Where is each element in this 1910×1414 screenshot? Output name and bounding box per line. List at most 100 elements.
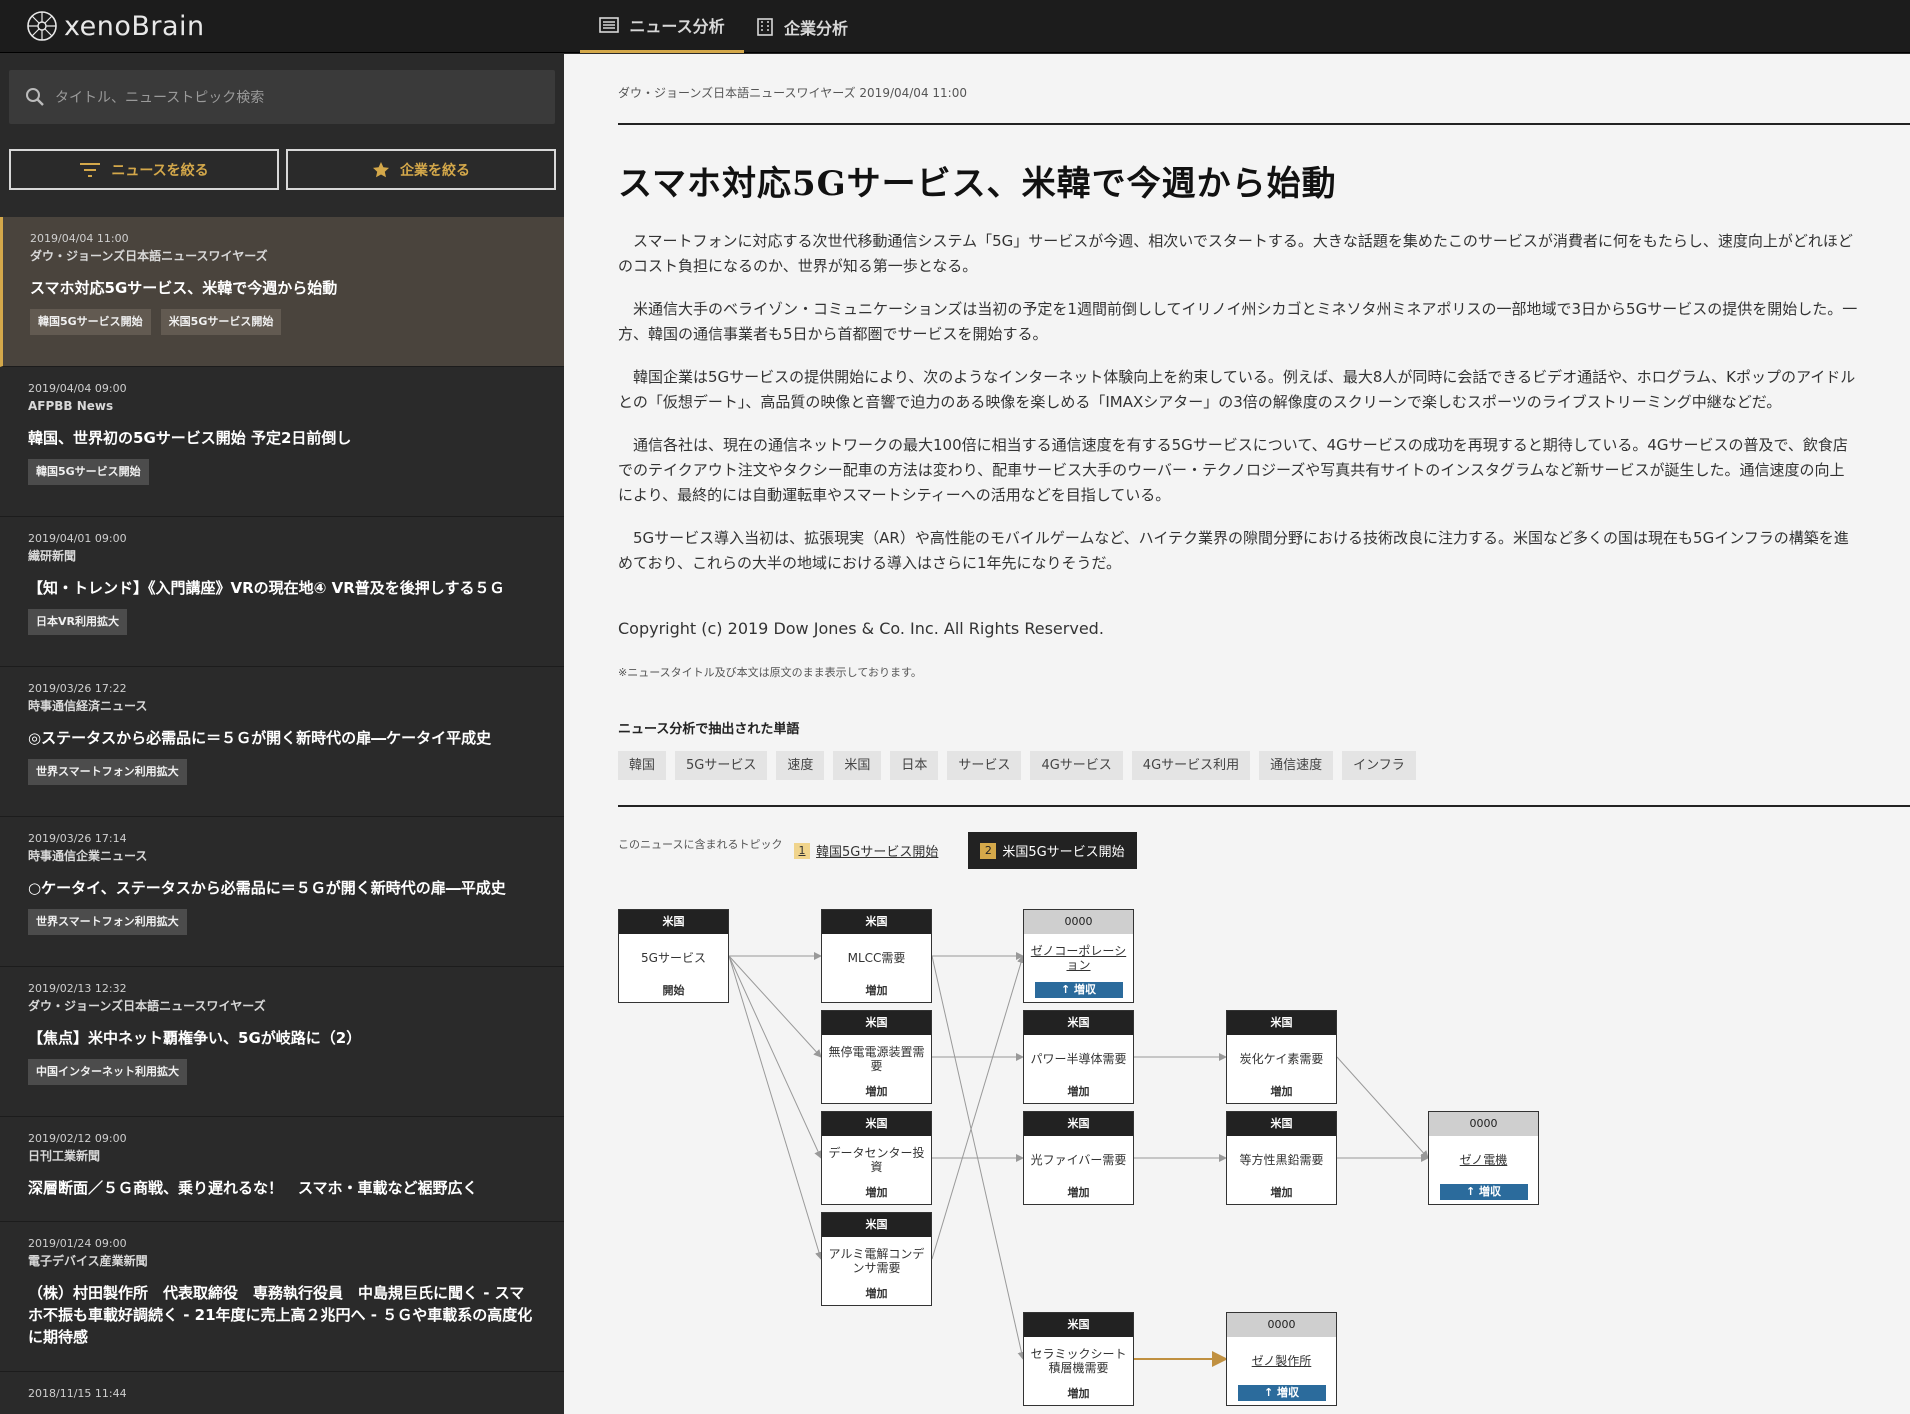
news-date: 2019/04/04 11:00: [30, 232, 129, 245]
node-region: 米国: [822, 1213, 931, 1237]
badge-label: 増収: [1074, 983, 1097, 996]
tab-news-analysis[interactable]: ニュース分析: [580, 0, 744, 53]
node-label: セラミックシート積層機需要: [1030, 1347, 1127, 1375]
search-placeholder: タイトル、ニューストピック検索: [55, 90, 265, 106]
edge: [728, 955, 822, 1159]
search-input[interactable]: タイトル、ニューストピック検索: [9, 70, 555, 124]
search-icon: [26, 88, 44, 106]
word-chip[interactable]: インフラ: [1342, 751, 1416, 780]
topic-link[interactable]: 1 韓国5Gサービス開始: [794, 841, 938, 860]
node-status: 増加: [1067, 1186, 1090, 1199]
node-region: 米国: [1227, 1011, 1336, 1035]
topic-number: 2: [980, 842, 997, 859]
node-region: 米国: [822, 1112, 931, 1136]
news-title: （株）村田製作所 代表取締役 専務執行役員 中島規巨氏に聞く - スマホ不振も車…: [28, 1284, 533, 1346]
article-paragraph: スマートフォンに対応する次世代移動通信システム「5G」サービスが今週、相次いでス…: [618, 232, 1853, 275]
graph-node[interactable]: 米国 セラミックシート積層機需要 増加: [1023, 1312, 1134, 1406]
article-title: スマホ対応5Gサービス、米韓で今週から始動: [618, 164, 1337, 204]
graph-node[interactable]: 米国 MLCC需要 増加: [821, 909, 932, 1003]
word-chip[interactable]: 4Gサービス利用: [1131, 751, 1251, 780]
revenue-badge: ↑ 増収: [1237, 1385, 1326, 1401]
newspaper-icon: [599, 17, 620, 33]
article-paragraph: 5Gサービス導入当初は、拡張現実（AR）や高性能のモバイルゲームなど、ハイテク業…: [618, 529, 1849, 572]
word-chip[interactable]: 韓国: [618, 751, 667, 780]
divider: [618, 805, 1910, 807]
filter-company-button[interactable]: 企業を絞る: [286, 149, 556, 190]
top-bar: xenoBrain ニュース分析 企業分析: [0, 0, 1910, 53]
node-status: 開始: [662, 984, 685, 997]
logo[interactable]: xenoBrain: [26, 8, 205, 44]
graph-node[interactable]: 米国 パワー半導体需要 増加: [1023, 1010, 1134, 1104]
graph-node[interactable]: 米国 5Gサービス 開始: [618, 909, 729, 1003]
tab-company-analysis[interactable]: 企業分析: [756, 0, 856, 53]
filter-news-button[interactable]: ニュースを絞る: [9, 149, 279, 190]
graph-node[interactable]: 米国 アルミ電解コンデンサ需要 増加: [821, 1212, 932, 1306]
brain-logo-icon: [27, 11, 57, 41]
news-item[interactable]: 2019/02/13 12:32 ダウ・ジョーンズ日本語ニュースワイヤーズ 【焦…: [0, 967, 564, 1117]
news-date: 2019/02/12 09:00: [28, 1132, 127, 1145]
news-item[interactable]: 2019/03/26 17:22 時事通信経済ニュース ◎ステータスから必需品に…: [0, 667, 564, 817]
topics-label: このニュースに含まれるトピック: [618, 838, 783, 851]
news-tag[interactable]: 日本VR利用拡大: [28, 609, 127, 635]
impact-graph: 米国 5Gサービス 開始 米国 MLCC需要 増加 米国 無停電電源装置需要 増…: [618, 909, 1618, 1414]
copyright: Copyright (c) 2019 Dow Jones & Co. Inc. …: [618, 619, 1104, 638]
revenue-badge: ↑ 増収: [1439, 1184, 1528, 1200]
news-tag[interactable]: 韓国5Gサービス開始: [30, 309, 151, 335]
word-chip[interactable]: 4Gサービス: [1030, 751, 1123, 780]
word-chip[interactable]: サービス: [947, 751, 1022, 780]
graph-node[interactable]: 米国 等方性黒鉛需要 増加: [1226, 1111, 1337, 1205]
node-label: データセンター投資: [828, 1146, 925, 1174]
node-label: 5Gサービス: [641, 951, 706, 965]
news-title: 韓国、世界初の5Gサービス開始 予定2日前倒し: [28, 429, 352, 447]
node-code: 0000: [1429, 1112, 1538, 1136]
news-item[interactable]: 2019/03/26 17:14 時事通信企業ニュース ○ケータイ、ステータスか…: [0, 817, 564, 967]
news-source: 時事通信企業ニュース: [28, 849, 148, 863]
word-chip[interactable]: 通信速度: [1259, 751, 1334, 780]
node-label[interactable]: ゼノ製作所: [1227, 1337, 1336, 1385]
news-title: 深層断面／５Ｇ商戦、乗り遅れるな！ スマホ・車載など裾野広く: [28, 1179, 478, 1197]
node-region: 米国: [822, 1011, 931, 1035]
edge: [728, 955, 823, 1260]
topic-label: 米国5Gサービス開始: [1002, 845, 1125, 860]
word-chip[interactable]: 日本: [890, 751, 939, 780]
word-chip[interactable]: 米国: [833, 751, 882, 780]
news-tag[interactable]: 韓国5Gサービス開始: [28, 459, 149, 485]
company-node[interactable]: 0000 ゼノ電機 ↑ 増収: [1428, 1111, 1539, 1205]
node-label[interactable]: ゼノ電機: [1429, 1136, 1538, 1184]
badge-label: 増収: [1479, 1185, 1502, 1198]
news-source: AFPBB News: [28, 399, 114, 413]
news-item[interactable]: 2019/01/24 09:00 電子デバイス産業新聞 （株）村田製作所 代表取…: [0, 1222, 564, 1372]
node-label: 炭化ケイ素需要: [1239, 1052, 1324, 1066]
news-item[interactable]: 2018/11/15 11:44: [0, 1372, 564, 1414]
news-item[interactable]: 2019/04/01 09:00 繊研新聞 【知・トレンド】《入門講座》VRの現…: [0, 517, 564, 667]
news-date: 2019/04/04 09:00: [28, 382, 127, 395]
news-tag[interactable]: 中国インターネット利用拡大: [28, 1059, 187, 1085]
news-tag[interactable]: 米国5Gサービス開始: [160, 309, 282, 335]
word-chip[interactable]: 速度: [776, 751, 825, 780]
graph-node[interactable]: 米国 炭化ケイ素需要 増加: [1226, 1010, 1337, 1104]
news-title: 【知・トレンド】《入門講座》VRの現在地④ VR普及を後押しする５Ｇ: [28, 579, 505, 597]
news-source: ダウ・ジョーンズ日本語ニュースワイヤーズ: [28, 999, 266, 1013]
news-title: ◎ステータスから必需品に＝５Ｇが開く新時代の扉―ケータイ平成史: [28, 729, 492, 747]
graph-node[interactable]: 米国 データセンター投資 増加: [821, 1111, 932, 1205]
node-region: 米国: [822, 910, 931, 934]
company-node[interactable]: 0000 ゼノ製作所 ↑ 増収: [1226, 1312, 1337, 1406]
news-date: 2018/11/15 11:44: [28, 1387, 127, 1400]
company-node[interactable]: 0000 ゼノコーポレーション ↑ 増収: [1023, 909, 1134, 1003]
word-chip[interactable]: 5Gサービス: [675, 751, 768, 780]
edge: [1336, 1056, 1429, 1159]
topic-link-active[interactable]: 2 米国5Gサービス開始: [968, 832, 1137, 869]
news-item[interactable]: 2019/04/04 09:00 AFPBB News 韓国、世界初の5Gサービ…: [0, 367, 564, 517]
node-region: 米国: [1227, 1112, 1336, 1136]
news-item[interactable]: 2019/04/04 11:00 ダウ・ジョーンズ日本語ニュースワイヤーズ スマ…: [0, 217, 564, 367]
news-tag[interactable]: 世界スマートフォン利用拡大: [28, 909, 187, 935]
news-tag[interactable]: 世界スマートフォン利用拡大: [28, 759, 187, 785]
tab-label: 企業分析: [784, 18, 849, 38]
badge-label: 増収: [1277, 1386, 1300, 1399]
graph-node[interactable]: 米国 光ファイバー需要 増加: [1023, 1111, 1134, 1205]
graph-node[interactable]: 米国 無停電電源装置需要 増加: [821, 1010, 932, 1104]
news-date: 2019/04/01 09:00: [28, 532, 127, 545]
news-item[interactable]: 2019/02/12 09:00 日刊工業新聞 深層断面／５Ｇ商戦、乗り遅れるな…: [0, 1117, 564, 1222]
node-status: 増加: [1270, 1085, 1293, 1098]
node-label[interactable]: ゼノコーポレーション: [1024, 934, 1133, 982]
